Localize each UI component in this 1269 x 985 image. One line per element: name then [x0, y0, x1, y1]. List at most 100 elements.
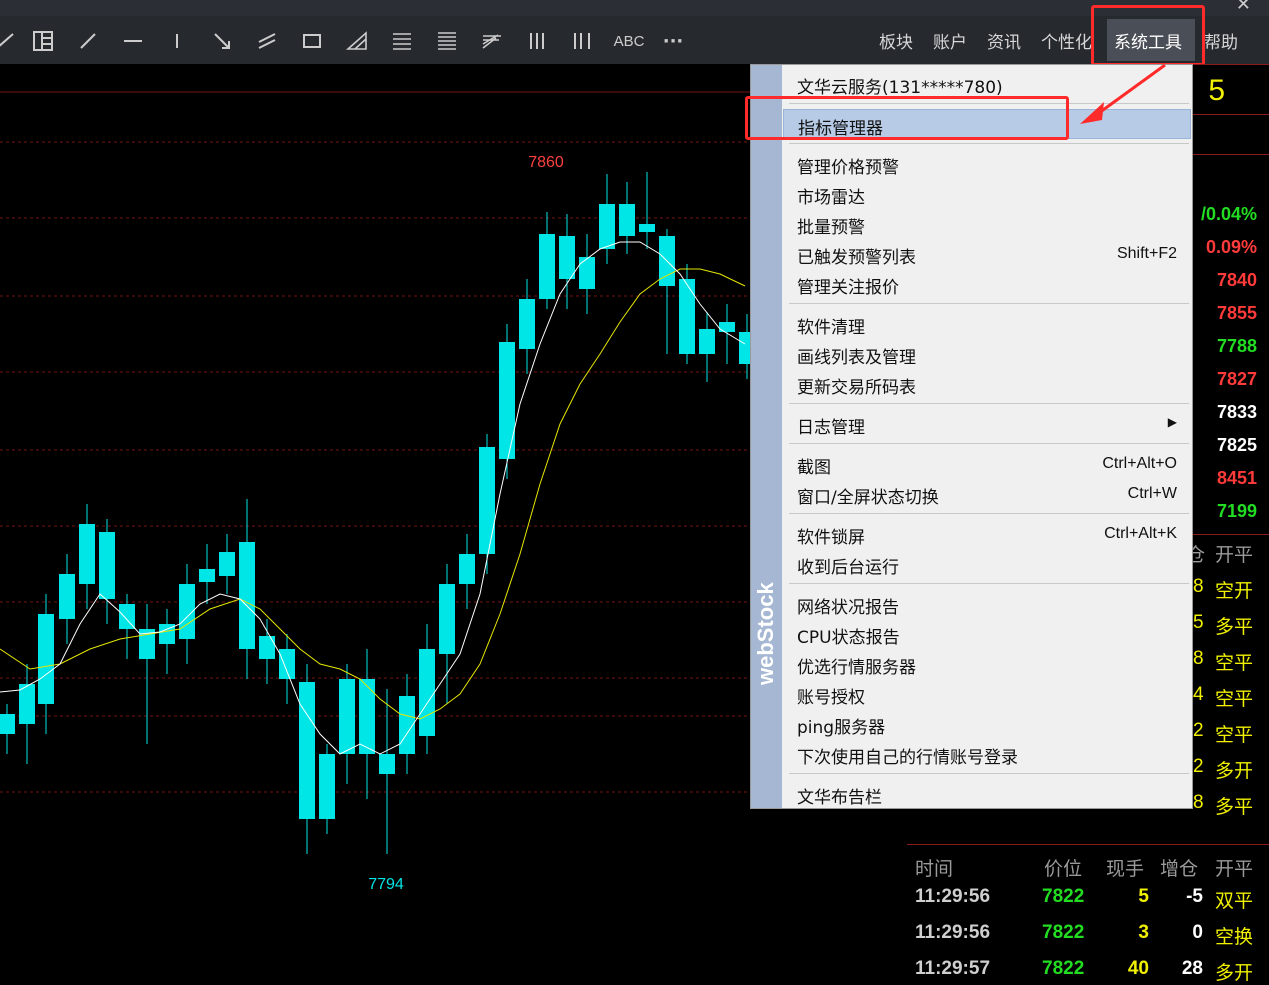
menu-item[interactable]: 软件锁屏 Ctrl+Alt+K — [783, 519, 1191, 549]
upper-row-qty: 8 — [1193, 792, 1204, 813]
upper-row-qty: 5 — [1193, 612, 1204, 633]
parallel-lines-icon[interactable] — [254, 28, 280, 54]
quote-value: 7827 — [1216, 369, 1257, 389]
menu-item[interactable]: CPU状态报告 — [783, 619, 1191, 649]
more-tools-icon[interactable]: ··· — [660, 28, 686, 54]
menu-item[interactable]: 下次使用自己的行情账号登录 — [783, 739, 1191, 769]
candle-body — [79, 524, 95, 584]
close-icon[interactable]: ✕ — [1236, 0, 1251, 15]
system-tools-menu: webStock 文华云服务(131*****780) 指标管理器 管理价格预警 市场… — [750, 64, 1193, 809]
toolbar: ABC ··· 板块 账户 资讯 个性化 系统工具 帮助 — [0, 16, 1269, 64]
cycle-lines-icon[interactable] — [524, 28, 550, 54]
menu-item[interactable]: 更新交易所码表 — [783, 369, 1191, 399]
title-bar: ✕ — [0, 0, 1269, 16]
trade-cell-price: 7822 — [1042, 922, 1085, 943]
change-pct: /0.04% — [1200, 204, 1257, 224]
upper-row-qty: 8 — [1193, 576, 1204, 597]
candle-body — [459, 554, 475, 584]
menu-item-label: 管理关注报价 — [797, 278, 899, 298]
candle-body — [559, 236, 575, 279]
menu-side-strip: webStock — [751, 65, 782, 808]
candle-body — [259, 636, 275, 659]
menu-item[interactable]: 收到后台运行 — [783, 549, 1191, 579]
upper-row-qty: 8 — [1193, 648, 1204, 669]
time-zone-icon[interactable] — [569, 28, 595, 54]
menu-separator — [789, 303, 1189, 304]
menu-item-label: 软件锁屏 — [797, 528, 865, 548]
vertical-line-icon[interactable] — [164, 28, 190, 54]
menu-sector[interactable]: 板块 — [879, 28, 913, 53]
menu-item-label: ping服务器 — [797, 718, 886, 738]
menu-item-label: 市场雷达 — [797, 188, 865, 208]
quote-value: 7199 — [1216, 501, 1257, 521]
trade-cell-oi: 28 — [1181, 958, 1203, 979]
trade-header-time: 时间 — [915, 858, 954, 880]
menu-item-label: 网络状况报告 — [797, 598, 899, 618]
menu-item[interactable]: 画线列表及管理 — [783, 339, 1191, 369]
text-tool-icon[interactable]: ABC — [612, 28, 646, 54]
fan-lines-icon[interactable] — [479, 28, 505, 54]
menu-item-label: CPU状态报告 — [797, 628, 900, 648]
menu-account[interactable]: 账户 — [933, 28, 967, 53]
low-label: 7794 — [368, 876, 404, 893]
trade-cell-kp: 多开 — [1215, 963, 1254, 984]
menu-item-label: 收到后台运行 — [797, 558, 899, 578]
quote-value: 7788 — [1216, 336, 1257, 356]
draw-slash-icon[interactable] — [0, 28, 18, 54]
candle-body — [699, 329, 715, 354]
trade-header-kp: 开平 — [1215, 858, 1254, 880]
ma-slow-line — [0, 268, 746, 720]
upper-row-kp: 空平 — [1215, 689, 1254, 710]
upper-row-kp: 多开 — [1215, 761, 1254, 782]
menu-item-label: 日志管理 — [797, 418, 865, 438]
text-block-icon[interactable] — [389, 28, 415, 54]
horizontal-line-icon[interactable] — [120, 28, 146, 54]
menu-item[interactable]: 批量预警 — [783, 209, 1191, 239]
menu-item[interactable]: 管理关注报价 — [783, 269, 1191, 299]
triangle-ruler-icon[interactable] — [344, 28, 370, 54]
upper-row-qty: 2 — [1193, 720, 1204, 741]
menu-help[interactable]: 帮助 — [1204, 28, 1238, 53]
fib-lines-icon[interactable] — [434, 28, 460, 54]
menu-personalize[interactable]: 个性化 — [1041, 28, 1097, 53]
menu-item-label: 画线列表及管理 — [797, 348, 916, 368]
menu-item[interactable]: 账号授权 — [783, 679, 1191, 709]
menu-item[interactable]: 截图 Ctrl+Alt+O — [783, 449, 1191, 479]
layout-panel-icon[interactable] — [30, 28, 56, 54]
upper-row-kp: 空开 — [1215, 581, 1254, 602]
rectangle-icon[interactable] — [299, 28, 325, 54]
arrow-line-icon[interactable] — [209, 28, 235, 54]
menu-item[interactable]: 窗口/全屏状态切换 Ctrl+W — [783, 479, 1191, 509]
menu-item[interactable]: 优选行情服务器 — [783, 649, 1191, 679]
trade-cell-qty: 5 — [1138, 886, 1149, 907]
menu-news[interactable]: 资讯 — [987, 28, 1021, 53]
quote-value: 7855 — [1216, 303, 1257, 323]
menu-item-shortcut: Shift+F2 — [1116, 245, 1177, 262]
menu-item[interactable]: ping服务器 — [783, 709, 1191, 739]
menu-item[interactable]: 软件清理 — [783, 309, 1191, 339]
quote-value: 7840 — [1216, 270, 1257, 290]
menu-separator — [789, 513, 1189, 514]
menu-separator — [789, 443, 1189, 444]
candle-body — [479, 447, 495, 554]
menu-item-shortcut: Ctrl+W — [1127, 485, 1177, 502]
menu-item[interactable]: 文华布告栏 — [783, 779, 1191, 809]
menu-item[interactable]: 市场雷达 — [783, 179, 1191, 209]
webstock-brand: webStock — [753, 582, 778, 685]
trade-cell-price: 7822 — [1042, 886, 1085, 907]
line-segment-icon[interactable] — [75, 28, 101, 54]
menu-separator — [789, 583, 1189, 584]
menu-item[interactable]: 已触发预警列表 Shift+F2 — [783, 239, 1191, 269]
candle-body — [359, 679, 375, 754]
candle-body — [299, 682, 315, 819]
trade-cell-oi: 0 — [1192, 922, 1203, 943]
candle-body — [0, 714, 15, 734]
menu-item-label: 更新交易所码表 — [797, 378, 916, 398]
menu-item[interactable]: 网络状况报告 — [783, 589, 1191, 619]
submenu-arrow-icon: ▶ — [1167, 415, 1177, 429]
menu-item[interactable]: 日志管理 ▶ — [783, 409, 1191, 439]
candle-body — [219, 552, 235, 576]
candle-body — [619, 204, 635, 236]
menu-item[interactable]: 管理价格预警 — [783, 149, 1191, 179]
candle-body — [319, 754, 335, 819]
